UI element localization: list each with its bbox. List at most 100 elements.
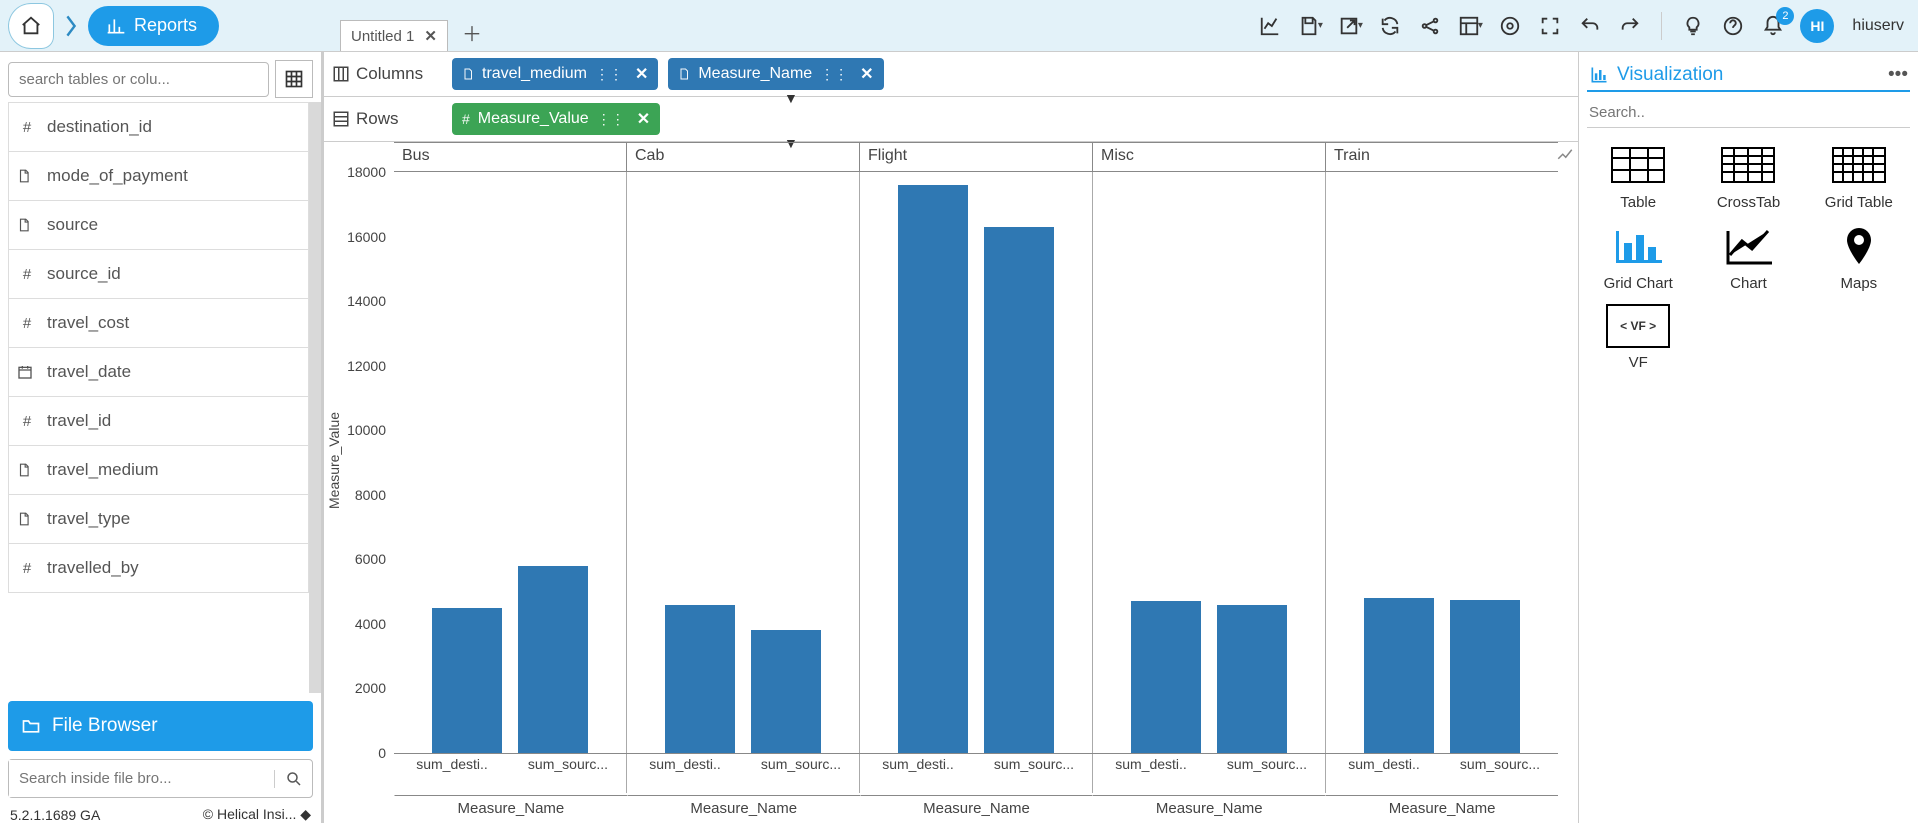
pill-type-icon — [462, 67, 474, 81]
x-axis-label: Measure_Name — [1325, 795, 1558, 823]
field-search-input[interactable] — [8, 62, 269, 97]
viz-option-table[interactable]: Table — [1587, 142, 1689, 211]
fields-list: #destination_idmode_of_paymentsource#sou… — [8, 102, 321, 693]
field-item[interactable]: #travelled_by — [8, 544, 309, 593]
x-tick: sum_sourc... — [1209, 754, 1325, 793]
chart-facet — [626, 172, 859, 753]
y-tick: 6000 — [355, 551, 386, 567]
y-tick: 10000 — [347, 422, 386, 438]
x-tick: sum_desti.. — [627, 754, 743, 793]
y-tick: 16000 — [347, 229, 386, 245]
facet-header: Cab — [626, 143, 859, 171]
file-browser-button[interactable]: File Browser — [8, 701, 313, 751]
chart-bar[interactable] — [898, 185, 968, 753]
field-item[interactable]: #source_id — [8, 250, 309, 299]
chart-area: BusCabFlightMiscTrain Measure_Value 0200… — [324, 142, 1578, 823]
brand-label: © Helical Insi... ◆ — [203, 806, 311, 823]
hint-icon[interactable] — [1680, 13, 1706, 39]
x-tick: sum_sourc... — [743, 754, 859, 793]
redo-icon[interactable] — [1617, 13, 1643, 39]
trend-icon[interactable] — [1556, 146, 1574, 164]
viz-option-vf[interactable]: < VF >VF — [1587, 304, 1689, 371]
columns-icon — [332, 65, 350, 83]
viz-option-chart[interactable]: Chart — [1697, 223, 1799, 292]
notifications-icon[interactable]: 2 — [1760, 13, 1786, 39]
viz-option-crosstab[interactable]: CrossTab — [1697, 142, 1799, 211]
rows-shelf[interactable]: Rows #Measure_Value⋮⋮✕ ▼ — [324, 97, 1578, 142]
chart-bar[interactable] — [1364, 598, 1434, 753]
x-tick: sum_sourc... — [510, 754, 626, 793]
field-item[interactable]: #travel_id — [8, 397, 309, 446]
chart-bar[interactable] — [518, 566, 588, 753]
reports-tab[interactable]: Reports — [88, 6, 219, 46]
viz-option-grid-table[interactable]: Grid Table — [1808, 142, 1910, 211]
x-tick: sum_desti.. — [394, 754, 510, 793]
reports-label: Reports — [134, 15, 197, 36]
pill-remove-icon[interactable]: ✕ — [860, 64, 873, 84]
field-item[interactable]: source — [8, 201, 309, 250]
pill-options-icon[interactable]: ⋮⋮ — [597, 111, 625, 128]
shelf-pill[interactable]: travel_medium⋮⋮✕ — [452, 58, 658, 90]
field-item[interactable]: travel_type — [8, 495, 309, 544]
document-tab[interactable]: Untitled 1 ✕ — [340, 20, 448, 51]
pill-options-icon[interactable]: ⋮⋮ — [820, 66, 848, 83]
shelf-pill[interactable]: #Measure_Value⋮⋮✕ — [452, 103, 660, 135]
y-tick: 4000 — [355, 616, 386, 632]
viz-option-grid-chart[interactable]: Grid Chart — [1587, 223, 1689, 292]
file-search — [8, 759, 313, 798]
help-icon[interactable] — [1720, 13, 1746, 39]
x-tick: sum_desti.. — [1326, 754, 1442, 793]
export-icon[interactable]: ▾ — [1337, 13, 1363, 39]
undo-icon[interactable] — [1577, 13, 1603, 39]
add-tab-button[interactable]: ＋ — [454, 14, 490, 51]
chart-bar[interactable] — [984, 227, 1054, 753]
visualization-icon — [1589, 65, 1609, 85]
refresh-icon[interactable] — [1377, 13, 1403, 39]
pill-type-icon — [678, 67, 690, 81]
breadcrumb-chevron — [58, 3, 84, 49]
facet-header: Misc — [1092, 143, 1325, 171]
visualization-search-input[interactable] — [1587, 98, 1910, 128]
bar-chart-icon — [106, 16, 126, 36]
viz-option-maps[interactable]: Maps — [1808, 223, 1910, 292]
toggle-table-view-button[interactable] — [275, 60, 313, 98]
user-avatar[interactable]: HI — [1800, 9, 1834, 43]
y-tick: 8000 — [355, 487, 386, 503]
columns-shelf[interactable]: Columns travel_medium⋮⋮✕Measure_Name⋮⋮✕ … — [324, 52, 1578, 97]
chart-bar[interactable] — [1450, 600, 1520, 753]
save-icon[interactable]: ▾ — [1297, 13, 1323, 39]
chart-bar[interactable] — [665, 605, 735, 753]
x-tick: sum_desti.. — [860, 754, 976, 793]
more-options-icon[interactable]: ••• — [1888, 64, 1908, 86]
chart-bar[interactable] — [1131, 601, 1201, 753]
pill-remove-icon[interactable]: ✕ — [635, 64, 648, 84]
fullscreen-icon[interactable] — [1537, 13, 1563, 39]
version-label: 5.2.1.1689 GA — [10, 807, 100, 823]
chart-bar[interactable] — [751, 630, 821, 753]
field-item[interactable]: #destination_id — [8, 102, 309, 152]
field-item[interactable]: #travel_cost — [8, 299, 309, 348]
visualization-title: Visualization — [1617, 64, 1723, 86]
close-tab-icon[interactable]: ✕ — [424, 27, 437, 45]
notification-count: 2 — [1776, 7, 1794, 25]
field-item[interactable]: travel_date — [8, 348, 309, 397]
shelf-pill[interactable]: Measure_Name⋮⋮✕ — [668, 58, 883, 90]
chart-bar[interactable] — [432, 608, 502, 753]
chart-bar[interactable] — [1217, 605, 1287, 753]
file-search-input[interactable] — [9, 760, 274, 797]
layout-icon[interactable]: ▾ — [1457, 13, 1483, 39]
y-tick: 14000 — [347, 293, 386, 309]
document-tab-title: Untitled 1 — [351, 28, 414, 45]
pill-options-icon[interactable]: ⋮⋮ — [595, 66, 623, 83]
y-tick: 18000 — [347, 164, 386, 180]
search-icon[interactable] — [274, 770, 312, 788]
rows-icon — [332, 110, 350, 128]
field-item[interactable]: mode_of_payment — [8, 152, 309, 201]
field-item[interactable]: travel_medium — [8, 446, 309, 495]
pill-type-icon: # — [462, 111, 470, 127]
share-icon[interactable] — [1417, 13, 1443, 39]
home-button[interactable] — [8, 3, 54, 49]
preview-icon[interactable] — [1497, 13, 1523, 39]
chart-type-icon[interactable] — [1257, 13, 1283, 39]
pill-remove-icon[interactable]: ✕ — [637, 109, 650, 129]
